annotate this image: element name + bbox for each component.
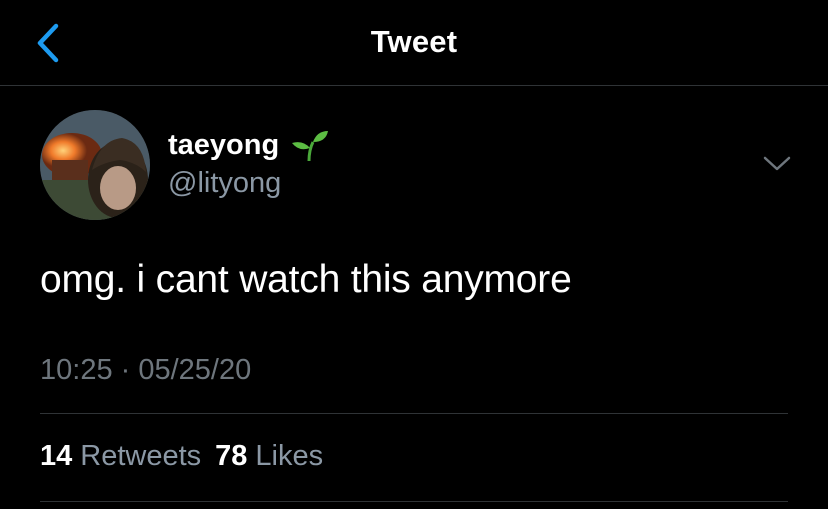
tweet-text: omg. i cant watch this anymore — [40, 258, 572, 301]
retweets-stat[interactable]: 14 Retweets — [40, 440, 201, 473]
likes-stat[interactable]: 78 Likes — [215, 440, 323, 473]
avatar[interactable] — [40, 110, 150, 220]
display-name-text: taeyong — [168, 128, 280, 161]
avatar-image — [40, 110, 150, 220]
top-bar: Tweet — [0, 0, 828, 86]
likes-label: Likes — [255, 440, 324, 472]
author-handle[interactable]: @lityong — [168, 167, 281, 200]
tweet-stats: 14 Retweets 78 Likes — [40, 440, 337, 473]
page-title: Tweet — [370, 24, 458, 59]
retweets-label: Retweets — [80, 440, 202, 472]
retweets-count: 14 — [40, 440, 73, 472]
chevron-down-icon — [763, 156, 791, 171]
sprout-icon — [289, 128, 329, 162]
divider — [40, 501, 788, 502]
author-display-name[interactable]: taeyong — [168, 128, 329, 162]
divider — [40, 413, 788, 414]
likes-count: 78 — [215, 440, 248, 472]
tweet-timestamp: 10:25 · 05/25/20 — [40, 354, 252, 386]
more-options-button[interactable] — [760, 152, 794, 176]
